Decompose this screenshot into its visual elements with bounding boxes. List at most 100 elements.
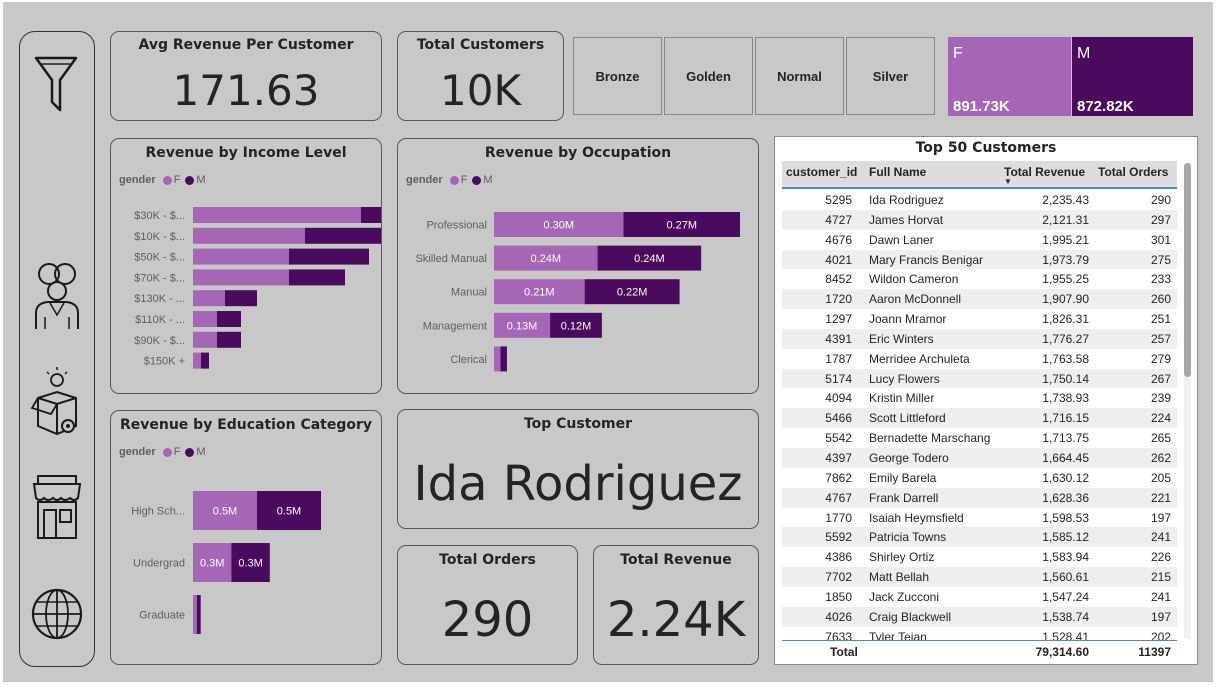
table-row[interactable]: 4026 Craig Blackwell 1,538.74 197	[782, 606, 1177, 627]
table-row[interactable]: 4094 Kristin Miller 1,738.93 239	[782, 388, 1177, 408]
table-row[interactable]: 4386 Shirley Ortiz 1,583.94 226	[782, 547, 1177, 567]
legend-item-f[interactable]: F	[449, 174, 467, 186]
table-row[interactable]: 1787 Merridee Archuleta 1,763.58 279	[782, 349, 1177, 369]
bar-m[interactable]	[289, 269, 345, 286]
bar-f[interactable]	[193, 352, 201, 369]
table-row[interactable]: 4676 Dawn Laner 1,995.21 301	[782, 230, 1177, 250]
bar-m[interactable]	[361, 207, 381, 223]
gender-tile-female[interactable]: F 891.73K	[948, 37, 1071, 116]
bar-f[interactable]	[193, 227, 305, 244]
gender-tile-value: 891.73K	[953, 98, 1010, 115]
cell-total-orders: 260	[1150, 292, 1171, 307]
table-row[interactable]: 7702 Matt Bellah 1,560.61 215	[782, 567, 1177, 587]
table-row[interactable]: 1850 Jack Zucconi 1,547.24 241	[782, 587, 1177, 607]
bar-m[interactable]	[305, 227, 381, 244]
legend-item-m[interactable]: M	[185, 446, 206, 458]
bar-m[interactable]	[217, 311, 241, 327]
cell-full-name: Matt Bellah	[869, 570, 930, 585]
table-title: Top 50 Customers	[915, 140, 1057, 156]
bar-f[interactable]	[494, 346, 501, 372]
cell-full-name: Patricia Towns	[869, 530, 947, 545]
category-label: Management	[423, 320, 487, 332]
table-row[interactable]: 4397 George Todero 1,664.45 262	[782, 447, 1177, 468]
slicer-bronze-button[interactable]: Bronze	[573, 37, 662, 115]
legend-item-m[interactable]: M	[472, 174, 493, 186]
table-row[interactable]: 1297 Joann Mramor 1,826.31 251	[782, 309, 1177, 329]
globe-icon[interactable]	[30, 572, 84, 642]
occupation-chart-svg: Professional 0.30M 0.27M Skilled Manual 0.24…	[415, 212, 740, 372]
bar-m[interactable]	[225, 290, 257, 307]
slicer-golden-button[interactable]: Golden	[664, 37, 753, 115]
total-customers-card: Total Customers 10K	[397, 31, 564, 121]
table-row[interactable]: 5592 Patricia Towns 1,585.12 241	[782, 527, 1177, 548]
table-row[interactable]: 1720 Aaron McDonnell 1,907.90 260	[782, 289, 1177, 310]
bar-m[interactable]	[289, 248, 369, 265]
sort-descending-icon: ▼	[1004, 177, 1012, 186]
cell-total-revenue: 1,538.74	[1042, 609, 1089, 624]
slicer-normal-button[interactable]: Normal	[755, 37, 844, 115]
top-customer-value: Ida Rodriguez	[413, 456, 743, 512]
cell-full-name: Kristin Miller	[869, 391, 935, 406]
total-orders-value: 290	[441, 592, 534, 648]
cell-total-orders: 205	[1150, 470, 1171, 485]
column-header-total-revenue[interactable]: Total Revenue	[1004, 165, 1085, 179]
table-row[interactable]: 5174 Lucy Flowers 1,750.14 267	[782, 368, 1177, 389]
customers-icon[interactable]	[30, 257, 84, 329]
bar-f[interactable]	[193, 290, 225, 307]
cell-customer-id: 5174	[825, 371, 852, 386]
bar-m[interactable]	[201, 352, 209, 369]
table-row[interactable]: 5466 Scott Littleford 1,716.15 224	[782, 408, 1177, 429]
slicer-silver-button[interactable]: Silver	[846, 37, 935, 115]
cell-total-revenue: 1,560.61	[1042, 570, 1089, 585]
bar-m[interactable]	[217, 331, 241, 348]
bar-f[interactable]	[193, 269, 289, 286]
filter-icon[interactable]	[30, 52, 84, 122]
column-header-total-orders[interactable]: Total Orders	[1098, 165, 1168, 179]
cell-total-revenue: 1,664.45	[1042, 450, 1089, 465]
legend-item-f[interactable]: F	[162, 446, 180, 458]
table-row[interactable]: 4767 Frank Darrell 1,628.36 221	[782, 487, 1177, 508]
table-scrollbar[interactable]	[1184, 163, 1191, 638]
top-customer-title: Top Customer	[523, 416, 633, 432]
data-label: 0.22M	[617, 287, 648, 299]
store-icon[interactable]	[30, 472, 84, 542]
table-row[interactable]: 5542 Bernadette Marschang 1,713.75 265	[782, 428, 1177, 448]
income-chart-card: Revenue by Income Level gender F M $30K …	[110, 138, 382, 394]
legend-item-m[interactable]: M	[185, 174, 206, 186]
cell-full-name: Joann Mramor	[869, 312, 947, 327]
table-row[interactable]: 4391 Eric Winters 1,776.27 257	[782, 328, 1177, 349]
table-row[interactable]: 7633 Tyler Tejan 1,528.41 202	[782, 627, 1177, 641]
column-header-customer-id[interactable]: customer_id	[786, 165, 857, 179]
cell-customer-id: 7702	[825, 570, 852, 585]
table-row[interactable]: 5295 Ida Rodriguez 2,235.43 290	[782, 190, 1177, 210]
bar-f[interactable]	[193, 207, 361, 223]
scrollbar-thumb[interactable]	[1184, 163, 1191, 377]
cell-full-name: Ida Rodriguez	[869, 193, 944, 207]
table-row[interactable]: 8452 Wildon Cameron 1,955.25 233	[782, 269, 1177, 289]
column-header-full-name[interactable]: Full Name	[869, 165, 926, 179]
table-header: customer_id Full Name Total Revenue ▼ To…	[782, 161, 1177, 189]
cell-customer-id: 1770	[825, 510, 852, 525]
table-row[interactable]: 4727 James Horvat 2,121.31 297	[782, 209, 1177, 230]
cell-total-orders: 202	[1150, 629, 1171, 641]
bar-f[interactable]	[193, 595, 197, 634]
cell-total-revenue: 1,973.79	[1042, 252, 1089, 267]
table-row[interactable]: 4021 Mary Francis Benigar 1,973.79 275	[782, 249, 1177, 270]
cell-customer-id: 4676	[825, 232, 852, 247]
bar-m[interactable]	[500, 346, 507, 372]
bar-f[interactable]	[193, 248, 289, 265]
bar-f[interactable]	[193, 331, 217, 348]
gender-tile-male[interactable]: M 872.82K	[1072, 37, 1193, 116]
table-row[interactable]: 7862 Emily Barela 1,630.12 205	[782, 468, 1177, 488]
bar-m[interactable]	[196, 595, 201, 634]
bar-f[interactable]	[193, 311, 217, 327]
legend-item-f[interactable]: F	[162, 174, 180, 186]
avg-revenue-title: Avg Revenue Per Customer	[138, 37, 354, 53]
occupation-icon[interactable]	[30, 364, 84, 436]
table-total-row: Total 79,314.60 11397	[782, 642, 1177, 664]
table-row[interactable]: 1770 Isaiah Heymsfield 1,598.53 197	[782, 508, 1177, 528]
avg-revenue-value: 171.63	[172, 66, 320, 115]
cell-total-orders: 241	[1150, 530, 1171, 545]
cell-full-name: Wildon Cameron	[869, 272, 959, 287]
cell-full-name: Mary Francis Benigar	[869, 252, 984, 267]
